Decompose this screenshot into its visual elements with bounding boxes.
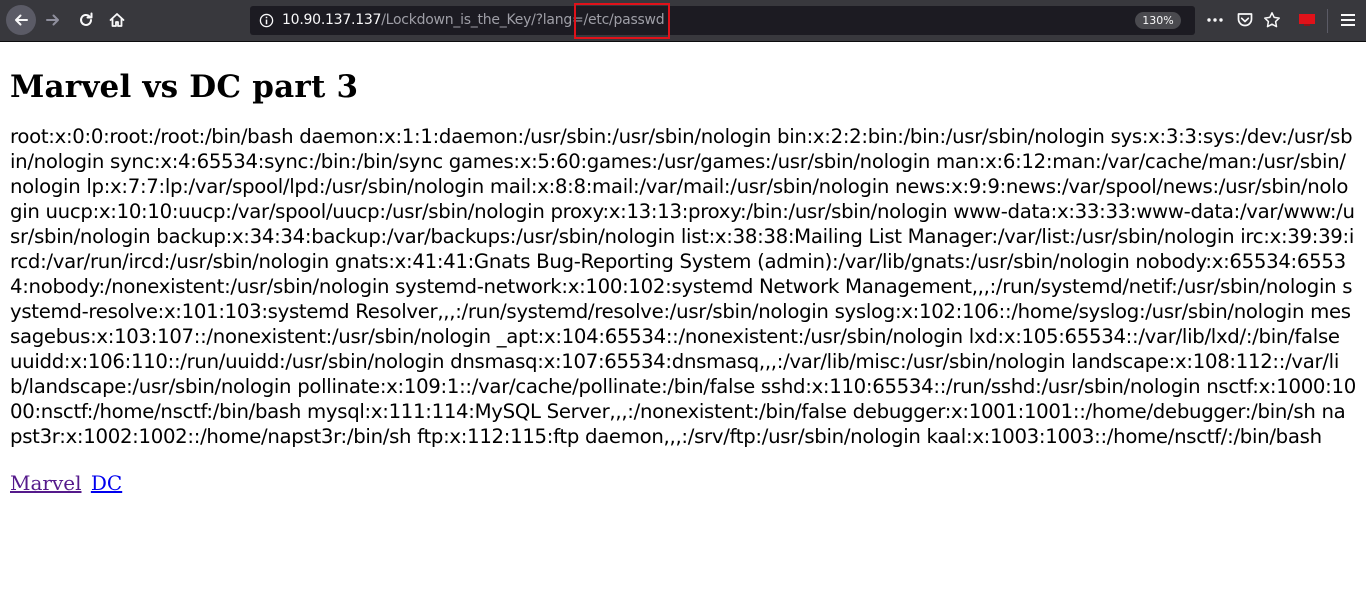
home-icon[interactable] bbox=[102, 5, 132, 35]
page-content: Marvel vs DC part 3 root:x:0:0:root:/roo… bbox=[0, 69, 1366, 496]
forward-arrow-icon[interactable] bbox=[38, 5, 68, 35]
marvel-link[interactable]: Marvel bbox=[10, 471, 82, 495]
dc-link[interactable]: DC bbox=[91, 471, 122, 495]
toolbar-separator bbox=[1327, 9, 1328, 33]
more-actions-icon[interactable] bbox=[1206, 11, 1224, 33]
hamburger-menu-icon[interactable] bbox=[1339, 11, 1357, 33]
zoom-level-badge[interactable]: 130% bbox=[1135, 12, 1181, 29]
back-arrow-icon[interactable] bbox=[6, 5, 36, 35]
page-title: Marvel vs DC part 3 bbox=[10, 69, 359, 105]
info-icon[interactable] bbox=[259, 13, 274, 32]
url-bar[interactable]: 10.90.137.137/Lockdown_is_the_Key/?lang=… bbox=[250, 3, 1195, 39]
url-host: 10.90.137.137 bbox=[282, 12, 382, 28]
browser-toolbar: 10.90.137.137/Lockdown_is_the_Key/?lang=… bbox=[0, 0, 1366, 42]
reload-icon[interactable] bbox=[71, 5, 101, 35]
star-icon[interactable] bbox=[1263, 11, 1281, 33]
nav-links: Marvel DC bbox=[10, 470, 1356, 496]
pocket-icon[interactable] bbox=[1236, 11, 1254, 33]
url-highlight-box bbox=[574, 3, 670, 39]
extension-icon[interactable] bbox=[1297, 12, 1317, 32]
passwd-file-contents: root:x:0:0:root:/root:/bin/bash daemon:x… bbox=[10, 125, 1356, 448]
